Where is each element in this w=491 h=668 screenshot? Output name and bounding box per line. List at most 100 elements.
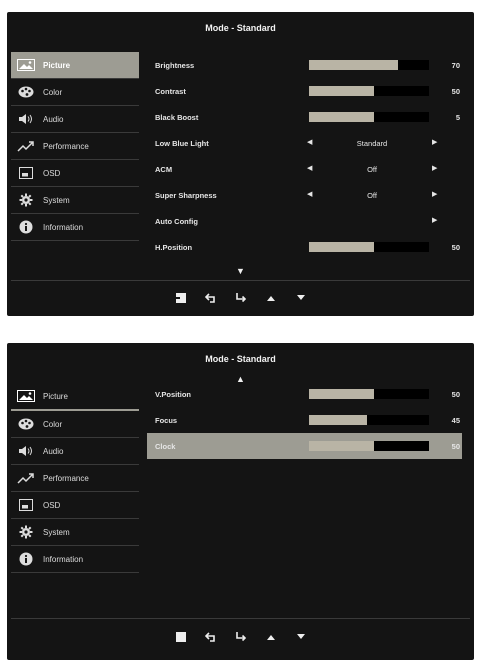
back-icon[interactable] bbox=[204, 292, 217, 304]
info-icon bbox=[15, 220, 37, 234]
input-icon[interactable] bbox=[175, 292, 187, 304]
sidebar-item-label: Color bbox=[43, 419, 63, 429]
osd-nav-keys bbox=[7, 292, 474, 304]
sidebar-item-label: Picture bbox=[43, 60, 71, 70]
brightness-slider[interactable] bbox=[309, 60, 429, 70]
osd-settings-list: V.Position 50 Focus 45 Clock 50 bbox=[147, 381, 462, 459]
sidebar-item-system[interactable]: System bbox=[11, 187, 139, 214]
arrow-right-icon[interactable]: ▶ bbox=[432, 190, 437, 198]
enter-icon[interactable] bbox=[235, 292, 247, 304]
focus-value: 45 bbox=[451, 416, 460, 425]
down-icon[interactable] bbox=[295, 631, 307, 643]
sidebar-item-label: OSD bbox=[43, 500, 61, 510]
setting-brightness[interactable]: Brightness 70 bbox=[147, 52, 462, 78]
low-blue-light-value: Standard bbox=[356, 139, 388, 148]
contrast-value: 50 bbox=[451, 87, 460, 96]
picture-icon bbox=[15, 58, 37, 72]
osd-panel-top: Mode - Standard Picture Color Audio Perf… bbox=[7, 12, 474, 316]
square-icon[interactable] bbox=[175, 631, 187, 643]
sidebar-item-label: Information bbox=[43, 222, 84, 232]
sidebar-item-osd[interactable]: OSD bbox=[11, 492, 139, 519]
v-position-slider[interactable] bbox=[309, 389, 429, 399]
super-sharpness-value: Off bbox=[367, 191, 377, 200]
divider bbox=[11, 280, 470, 281]
h-position-slider[interactable] bbox=[309, 242, 429, 252]
clock-value: 50 bbox=[451, 442, 460, 451]
setting-super-sharpness[interactable]: Super Sharpness ◀ Off ▶ bbox=[147, 182, 462, 208]
setting-black-boost[interactable]: Black Boost 5 bbox=[147, 104, 462, 130]
sidebar-item-osd[interactable]: OSD bbox=[11, 160, 139, 187]
sidebar-item-label: OSD bbox=[43, 168, 61, 178]
up-icon[interactable] bbox=[265, 292, 277, 304]
sidebar-item-audio[interactable]: Audio bbox=[11, 438, 139, 465]
speaker-icon bbox=[15, 444, 37, 458]
sidebar-item-picture[interactable]: Picture bbox=[11, 383, 139, 411]
sidebar-item-information[interactable]: Information bbox=[11, 214, 139, 241]
sidebar-item-label: System bbox=[43, 195, 70, 205]
acm-value: Off bbox=[367, 165, 377, 174]
osd-panel-bottom: Mode - Standard ▲ Picture Color Audio Pe… bbox=[7, 343, 474, 660]
setting-auto-config[interactable]: Auto Config ▶ bbox=[147, 208, 462, 234]
arrow-left-icon[interactable]: ◀ bbox=[307, 164, 312, 172]
sidebar-item-system[interactable]: System bbox=[11, 519, 139, 546]
setting-acm[interactable]: ACM ◀ Off ▶ bbox=[147, 156, 462, 182]
sidebar-item-label: Color bbox=[43, 87, 63, 97]
sidebar-item-label: Audio bbox=[43, 114, 64, 124]
sidebar-item-label: System bbox=[43, 527, 70, 537]
osd-title: Mode - Standard bbox=[205, 23, 276, 33]
h-position-value: 50 bbox=[451, 243, 460, 252]
clock-slider[interactable] bbox=[309, 441, 429, 451]
arrow-left-icon[interactable]: ◀ bbox=[307, 190, 312, 198]
sidebar-item-label: Information bbox=[43, 554, 84, 564]
sidebar-item-picture[interactable]: Picture bbox=[11, 52, 139, 79]
sidebar-item-performance[interactable]: Performance bbox=[11, 133, 139, 160]
brightness-value: 70 bbox=[451, 61, 460, 70]
black-boost-value: 5 bbox=[455, 113, 460, 122]
contrast-slider[interactable] bbox=[309, 86, 429, 96]
gear-icon bbox=[15, 525, 37, 539]
palette-icon bbox=[15, 85, 37, 99]
gear-icon bbox=[15, 193, 37, 207]
sidebar-item-label: Picture bbox=[43, 391, 68, 401]
scroll-down-icon[interactable]: ▼ bbox=[236, 266, 245, 276]
arrow-right-icon[interactable]: ▶ bbox=[432, 138, 437, 146]
back-icon[interactable] bbox=[204, 631, 217, 643]
black-boost-slider[interactable] bbox=[309, 112, 429, 122]
sidebar-item-performance[interactable]: Performance bbox=[11, 465, 139, 492]
osd-icon bbox=[15, 166, 37, 180]
arrow-left-icon[interactable]: ◀ bbox=[307, 138, 312, 146]
sidebar-item-audio[interactable]: Audio bbox=[11, 106, 139, 133]
down-icon[interactable] bbox=[295, 292, 307, 304]
enter-icon[interactable] bbox=[235, 631, 247, 643]
picture-icon bbox=[15, 389, 37, 403]
arrow-right-icon[interactable]: ▶ bbox=[432, 164, 437, 172]
up-icon[interactable] bbox=[265, 631, 277, 643]
sidebar-item-label: Performance bbox=[43, 473, 89, 483]
osd-title: Mode - Standard bbox=[205, 354, 276, 364]
sidebar-item-color[interactable]: Color bbox=[11, 411, 139, 438]
setting-clock[interactable]: Clock 50 bbox=[147, 433, 462, 459]
setting-h-position[interactable]: H.Position 50 bbox=[147, 234, 462, 260]
trend-icon bbox=[15, 471, 37, 485]
osd-settings-list: Brightness 70 Contrast 50 Black Boost 5 … bbox=[147, 52, 462, 260]
osd-icon bbox=[15, 498, 37, 512]
osd-sidebar: Picture Color Audio Performance OSD Syst… bbox=[11, 52, 139, 241]
speaker-icon bbox=[15, 112, 37, 126]
sidebar-item-label: Audio bbox=[43, 446, 64, 456]
setting-v-position[interactable]: V.Position 50 bbox=[147, 381, 462, 407]
palette-icon bbox=[15, 417, 37, 431]
setting-focus[interactable]: Focus 45 bbox=[147, 407, 462, 433]
osd-nav-keys bbox=[7, 631, 474, 643]
osd-sidebar: Picture Color Audio Performance OSD Syst… bbox=[11, 383, 139, 573]
setting-low-blue-light[interactable]: Low Blue Light ◀ Standard ▶ bbox=[147, 130, 462, 156]
divider bbox=[11, 618, 470, 619]
arrow-right-icon[interactable]: ▶ bbox=[432, 216, 437, 224]
sidebar-item-color[interactable]: Color bbox=[11, 79, 139, 106]
sidebar-item-information[interactable]: Information bbox=[11, 546, 139, 573]
v-position-value: 50 bbox=[451, 390, 460, 399]
focus-slider[interactable] bbox=[309, 415, 429, 425]
sidebar-item-label: Performance bbox=[43, 141, 89, 151]
setting-contrast[interactable]: Contrast 50 bbox=[147, 78, 462, 104]
trend-icon bbox=[15, 139, 37, 153]
info-icon bbox=[15, 552, 37, 566]
